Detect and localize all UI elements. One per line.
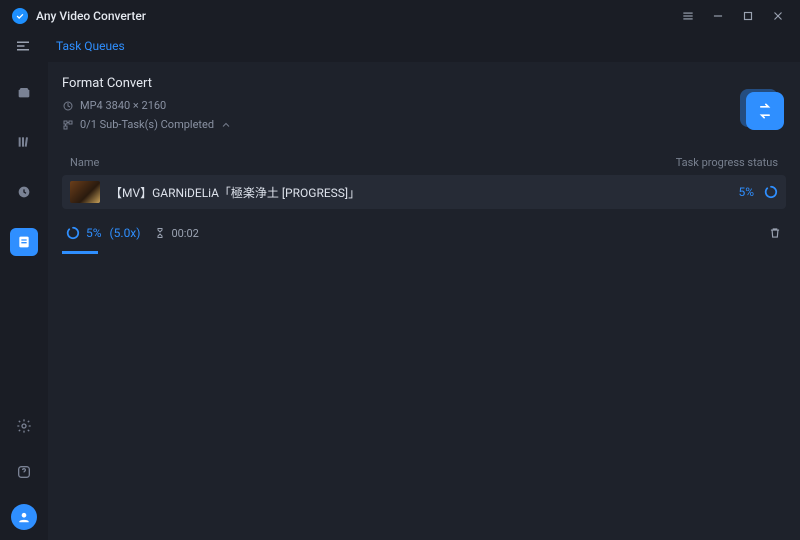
task-thumbnail xyxy=(70,181,100,203)
menu-icon[interactable] xyxy=(678,6,698,26)
app-title: Any Video Converter xyxy=(36,9,146,23)
overall-progress-fill xyxy=(62,251,98,254)
task-loading-icon xyxy=(764,185,778,199)
task-percent: 5% xyxy=(738,185,754,199)
sidebar-item-tasks[interactable] xyxy=(10,228,38,256)
sidebar-item-help[interactable] xyxy=(10,458,38,486)
task-table-header: Name Task progress status xyxy=(62,149,786,175)
sub-header: Task Queues xyxy=(0,32,800,60)
maximize-icon[interactable] xyxy=(738,6,758,26)
status-multiplier: (5.0x) xyxy=(110,226,141,240)
status-elapsed: 00:02 xyxy=(154,227,198,240)
sidebar-item-history[interactable] xyxy=(10,178,38,206)
task-name: 【MV】GARNiDELiA「極楽浄土 [PROGRESS]」 xyxy=(110,184,738,201)
sidebar-item-library[interactable] xyxy=(10,128,38,156)
status-loading-icon xyxy=(66,226,80,240)
task-queues-link[interactable]: Task Queues xyxy=(56,39,125,53)
minimize-icon[interactable] xyxy=(708,6,728,26)
close-icon[interactable] xyxy=(768,6,788,26)
delete-icon[interactable] xyxy=(768,226,782,240)
task-row[interactable]: 【MV】GARNiDELiA「極楽浄土 [PROGRESS]」 5% xyxy=(62,175,786,209)
format-text: MP4 3840 × 2160 xyxy=(80,99,166,112)
status-percent: 5% xyxy=(86,226,102,240)
subtask-info[interactable]: 0/1 Sub-Task(s) Completed xyxy=(62,118,786,131)
sidebar xyxy=(0,60,48,540)
sidebar-item-toolbox[interactable] xyxy=(10,78,38,106)
title-bar: Any Video Converter xyxy=(0,0,800,32)
chevron-up-icon xyxy=(220,119,232,131)
subtask-text: 0/1 Sub-Task(s) Completed xyxy=(80,118,214,131)
main-panel: Format Convert MP4 3840 × 2160 0/1 Sub-T… xyxy=(48,62,800,540)
column-name: Name xyxy=(70,156,495,169)
user-avatar-icon[interactable] xyxy=(11,504,37,530)
column-progress: Task progress status xyxy=(495,156,778,169)
status-bar: 5% (5.0x) 00:02 xyxy=(62,215,786,251)
convert-button[interactable] xyxy=(746,92,784,130)
app-logo-icon xyxy=(12,8,28,24)
format-info: MP4 3840 × 2160 xyxy=(62,99,786,112)
hourglass-icon xyxy=(154,227,166,239)
sidebar-item-settings[interactable] xyxy=(10,412,38,440)
resolution-icon xyxy=(62,100,74,112)
overall-progress-track xyxy=(62,251,786,254)
section-title: Format Convert xyxy=(62,76,786,91)
subtask-icon xyxy=(62,119,74,131)
collapse-sidebar-icon[interactable] xyxy=(14,37,32,55)
